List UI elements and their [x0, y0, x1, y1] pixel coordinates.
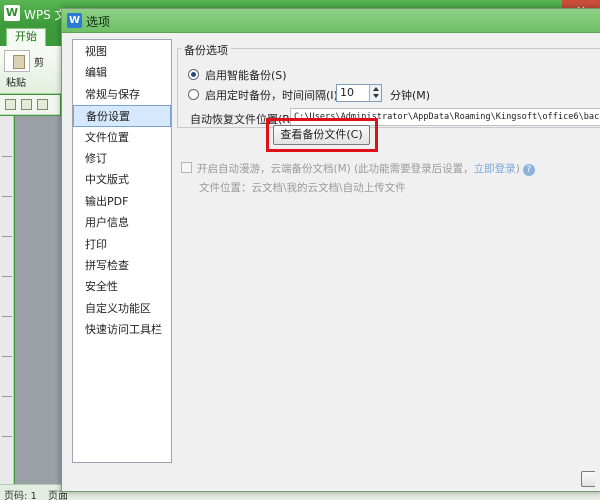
cloud-roaming-checkbox	[181, 162, 192, 173]
cloud-roaming-option: 开启自动漫游，云端备份文档(M) (此功能需要登录后设置，立即登录)?	[181, 161, 535, 176]
nav-item-file-location[interactable]: 文件位置	[73, 127, 171, 148]
spin-arrows-icon[interactable]	[369, 85, 381, 101]
dialog-title-bar[interactable]: W 选项	[62, 9, 600, 33]
timed-backup-radio[interactable]	[188, 89, 199, 100]
status-page: 页码: 1	[4, 491, 37, 500]
nav-item-edit[interactable]: 编辑	[73, 62, 171, 83]
nav-item-security[interactable]: 安全性	[73, 276, 171, 297]
wps-logo-icon: W	[4, 5, 20, 21]
open-icon[interactable]	[5, 99, 16, 110]
timed-backup-option[interactable]: 启用定时备份，时间间隔(I):	[188, 87, 342, 103]
print-icon[interactable]	[37, 99, 48, 110]
login-link-suffix: )	[515, 163, 520, 175]
cloud-roaming-label: 开启自动漫游，云端备份文档(M) (此功能需要登录后设置，	[197, 163, 474, 175]
interval-value[interactable]: 10	[340, 86, 354, 99]
minute-label: 分钟(M)	[390, 89, 431, 102]
options-dialog: W 选项 视图 编辑 常规与保存 备份设置 文件位置 修订 中文版式 输出PDF…	[61, 8, 600, 492]
view-backup-button[interactable]: 查看备份文件(C)	[273, 125, 370, 145]
backup-settings-panel: 启用智能备份(S) 启用定时备份，时间间隔(I): 10 分钟(M) 自动恢复文…	[175, 39, 600, 463]
ok-button-partial[interactable]	[581, 471, 595, 487]
backup-options-title: 备份选项	[181, 42, 231, 58]
dialog-body: 视图 编辑 常规与保存 备份设置 文件位置 修订 中文版式 输出PDF 用户信息…	[68, 37, 600, 487]
nav-item-general-save[interactable]: 常规与保存	[73, 84, 171, 105]
backup-options-group: 启用智能备份(S) 启用定时备份，时间间隔(I): 10 分钟(M) 自动恢复文…	[177, 48, 600, 128]
help-icon[interactable]: ?	[522, 164, 535, 176]
smart-backup-radio[interactable]	[188, 69, 199, 80]
interval-stepper[interactable]: 10	[336, 84, 382, 102]
nav-item-backup[interactable]: 备份设置	[73, 105, 171, 127]
nav-item-print[interactable]: 打印	[73, 234, 171, 255]
nav-item-revision[interactable]: 修订	[73, 148, 171, 169]
cloud-file-location: 文件位置：云文档\我的云文档\自动上传文件	[199, 182, 406, 194]
timed-backup-label: 启用定时备份，时间间隔(I):	[205, 89, 342, 102]
smart-backup-label: 启用智能备份(S)	[205, 69, 287, 82]
document-area	[15, 116, 63, 484]
login-now-link[interactable]: 立即登录	[474, 163, 516, 175]
paste-label[interactable]: 粘贴	[6, 74, 26, 89]
options-nav: 视图 编辑 常规与保存 备份设置 文件位置 修订 中文版式 输出PDF 用户信息…	[72, 39, 172, 463]
dialog-title: 选项	[86, 15, 111, 29]
nav-item-chinese-layout[interactable]: 中文版式	[73, 169, 171, 190]
nav-item-custom-ribbon[interactable]: 自定义功能区	[73, 298, 171, 319]
nav-item-view[interactable]: 视图	[73, 41, 171, 62]
smart-backup-option[interactable]: 启用智能备份(S)	[188, 67, 287, 83]
wps-dialog-icon: W	[67, 13, 82, 28]
save-icon[interactable]	[21, 99, 32, 110]
nav-item-user-info[interactable]: 用户信息	[73, 212, 171, 233]
quick-access-toolbar	[0, 95, 60, 115]
nav-item-export-pdf[interactable]: 输出PDF	[73, 191, 171, 212]
tab-home[interactable]: 开始	[6, 28, 46, 46]
nav-item-quick-access[interactable]: 快速访问工具栏	[73, 319, 171, 340]
paste-icon[interactable]	[4, 50, 30, 72]
nav-item-spell-check[interactable]: 拼写检查	[73, 255, 171, 276]
cut-label[interactable]: 剪	[34, 54, 44, 69]
vertical-ruler	[0, 116, 14, 484]
